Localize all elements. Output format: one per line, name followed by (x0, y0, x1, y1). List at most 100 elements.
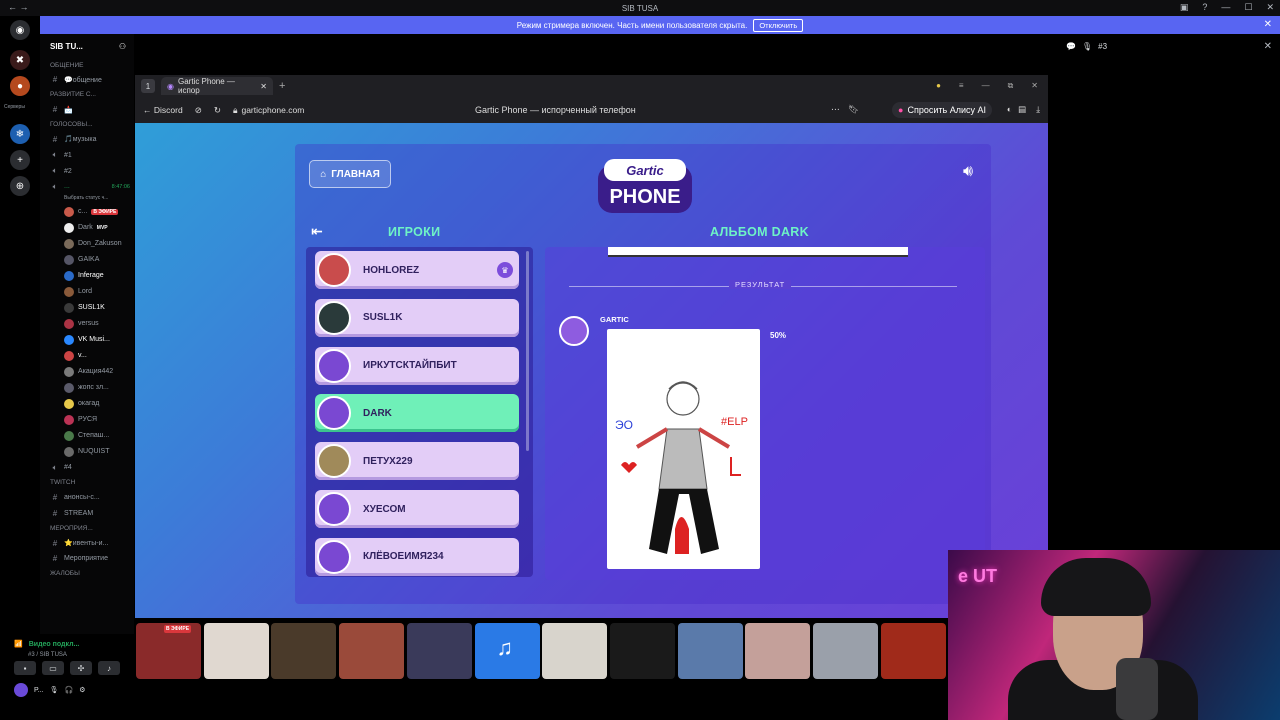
voice-channel[interactable]: 🔈︎ #2 (40, 163, 134, 179)
more-icon[interactable]: ⋯ (831, 104, 840, 115)
participant-tile[interactable] (406, 623, 472, 679)
participant-tile[interactable] (813, 623, 878, 679)
extensions-icon[interactable]: ◐ (1007, 104, 1012, 114)
channel-category[interactable]: МЕРОПРИЯ... (40, 521, 134, 535)
text-channel[interactable]: # ⭐ивенты-и... (40, 535, 134, 551)
channel-category[interactable]: РАЗВИТИЕ С... (40, 88, 134, 102)
text-channel[interactable]: # анонсы-с... (40, 490, 134, 506)
inbox-icon[interactable]: ▣ (1180, 2, 1189, 13)
discover-icon[interactable]: ⊕ (10, 176, 30, 196)
voice-member[interactable]: NUQUIST (40, 444, 134, 460)
add-member-icon[interactable]: ⚇ (119, 42, 126, 51)
banner-close-icon[interactable]: ✕ (1264, 19, 1272, 30)
participant-tile[interactable]: В ЭФИРЕ (136, 623, 201, 679)
voice-member[interactable]: VK Musi... (40, 332, 134, 348)
voice-member[interactable]: GAIKA (40, 252, 134, 268)
voice-member[interactable]: versus (40, 316, 134, 332)
close-icon[interactable]: ✕ (1266, 2, 1274, 13)
soundboard-button[interactable]: ♪ (98, 661, 120, 675)
activity-button[interactable]: ✣ (70, 661, 92, 675)
participant-tile[interactable] (745, 623, 811, 679)
server-icon-sibtusa[interactable]: ✖ (10, 50, 30, 70)
voice-channel[interactable]: 🔈︎... 8:47:06 (40, 179, 134, 195)
voice-member[interactable]: Акация442 (40, 364, 134, 380)
server-icon-avatar[interactable]: ● (10, 76, 30, 96)
minimize-icon[interactable]: — (1221, 2, 1230, 13)
voice-custom-status[interactable]: Выбрать статус ч... (40, 195, 134, 204)
back-button[interactable]: ← Discord (143, 105, 183, 115)
exit-icon[interactable]: ⇤ (311, 223, 323, 240)
voice-channel[interactable]: 🔈︎ #1 (40, 147, 134, 163)
participant-tile[interactable]: ♫ (474, 623, 540, 679)
text-channel[interactable]: # STREAM (40, 505, 134, 521)
channel-category[interactable]: TWITCH (40, 476, 134, 490)
headphones-icon[interactable]: 🎧 (65, 686, 74, 694)
mic-icon[interactable]: 🎙 (50, 686, 59, 694)
text-channel[interactable]: # 💬общение (40, 72, 134, 88)
download-icon[interactable]: ⤓ (1036, 104, 1040, 115)
channel-category[interactable]: ЖАЛОБЫ (40, 567, 134, 581)
sound-icon[interactable]: 🔊︎ (963, 163, 973, 181)
voice-member[interactable]: РУСЯ (40, 412, 134, 428)
back-icon[interactable]: ← → (8, 2, 29, 12)
participant-tile[interactable] (271, 623, 337, 679)
add-server-icon[interactable]: + (10, 150, 30, 170)
new-tab-icon[interactable]: + (279, 80, 285, 92)
text-channel[interactable]: # Мероприятие (40, 551, 134, 567)
voice-member[interactable]: Степаш... (40, 428, 134, 444)
player-row[interactable]: HOHLOREZ ♛ (315, 251, 519, 289)
screen-share-button[interactable]: ▭ (42, 661, 64, 675)
voice-member[interactable]: SUSL1K (40, 300, 134, 316)
participant-tile[interactable] (880, 623, 946, 679)
participant-tile[interactable] (339, 623, 405, 679)
participant-tile[interactable] (203, 623, 269, 679)
voice-member[interactable]: Don_Zakuson (40, 236, 134, 252)
browser-menu-icon[interactable]: ≡ (959, 81, 964, 91)
participant-tile[interactable] (542, 623, 608, 679)
discord-home-icon[interactable]: ◉ (10, 20, 30, 40)
vpn-icon[interactable]: ⊘ (195, 105, 202, 116)
player-row[interactable]: ИРКУТСКТАЙПБИТ (315, 346, 519, 385)
player-row[interactable]: DARK (315, 394, 519, 433)
voice-member[interactable]: Dark MVP (40, 220, 134, 236)
disable-streamer-button[interactable]: Отключить (753, 18, 804, 32)
player-row[interactable]: ПЕТУХ229 (315, 442, 519, 481)
voice-chat-close-icon[interactable]: ✕ (1264, 41, 1272, 52)
channel-category[interactable]: ГОЛОСОВЫ... (40, 118, 134, 132)
voice-member[interactable]: Inferage (40, 268, 134, 284)
home-button[interactable]: ⌂ ГЛАВНАЯ (309, 160, 391, 188)
voice-member[interactable]: Lord (40, 284, 134, 300)
tabs-menu-icon[interactable]: 1 (141, 79, 155, 93)
voice-member[interactable]: жопс зл... (40, 380, 134, 396)
reload-icon[interactable]: ↻ (214, 105, 221, 116)
text-channel[interactable]: # 📩 (40, 102, 134, 118)
participant-tile[interactable] (677, 623, 743, 679)
readlist-icon[interactable]: ▤ (1018, 104, 1026, 115)
browser-close-icon[interactable]: ✕ (1031, 81, 1038, 91)
player-row[interactable]: SUSL1K (315, 298, 519, 337)
tab-close-icon[interactable]: ✕ (260, 82, 267, 91)
player-row[interactable]: КЛЁВОЕИМЯ234 (315, 537, 519, 576)
camera-button[interactable]: ▪ (14, 661, 36, 675)
server-icon-snowflake[interactable]: ❄ (10, 124, 30, 144)
ask-alisa-button[interactable]: ● Спросить Алису AI (892, 102, 992, 118)
browser-restore-icon[interactable]: ⧉ (1008, 81, 1014, 91)
voice-member[interactable]: окагад (40, 396, 134, 412)
user-avatar[interactable] (14, 683, 28, 697)
voice-channel[interactable]: 🔈︎ #4 (40, 460, 134, 476)
chat-icon[interactable]: 💬 (1066, 42, 1076, 51)
maximize-icon[interactable]: ☐ (1244, 2, 1252, 13)
help-icon[interactable]: ? (1202, 2, 1207, 13)
server-header[interactable]: SIB TU... ⚇ (40, 34, 134, 58)
players-scrollbar[interactable] (526, 251, 529, 451)
settings-icon[interactable]: ⚙ (79, 686, 85, 694)
url-field[interactable]: garticphone.com (241, 105, 304, 115)
browser-minimize-icon[interactable]: — (982, 81, 990, 91)
voice-member[interactable]: с... В ЭФИРЕ (40, 204, 134, 220)
text-channel[interactable]: # 🎵музыка (40, 132, 134, 148)
voice-member[interactable]: v... (40, 348, 134, 364)
player-row[interactable]: ХУЕСОМ (315, 490, 519, 528)
bookmark-icon[interactable]: 🔖︎ (848, 104, 859, 115)
participant-tile[interactable] (609, 623, 675, 679)
tab-gartic[interactable]: ◉ Gartic Phone — испор ✕ (161, 77, 273, 95)
